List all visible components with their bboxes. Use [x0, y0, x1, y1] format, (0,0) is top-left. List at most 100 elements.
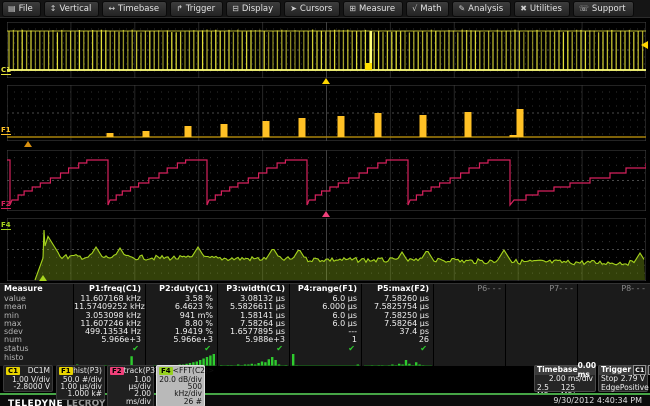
measure-value-p4: 6.0 µs: [290, 294, 361, 302]
histicon-svg-p3: [220, 353, 288, 366]
measure-row-labels: Measurevaluemeanminmaxsdevnumstatushisto: [0, 284, 73, 366]
histogram-origin-marker-f1[interactable]: [24, 141, 32, 147]
measure-value-p5: 7.58260 µs: [362, 294, 433, 302]
trigger-level-marker-c1[interactable]: [641, 41, 648, 49]
trace-label-f1: F1: [1, 127, 11, 135]
menu-cursors-button[interactable]: ➤Cursors: [284, 1, 340, 17]
menu-utilities-button[interactable]: ✖Utilities: [514, 1, 570, 17]
descriptor-f2[interactable]: F2track(P3)1.00 µs/div2.00 ms/div: [107, 365, 154, 406]
measure-sdev-p4: ---: [290, 327, 361, 335]
measure-num-p5: 26: [362, 335, 433, 343]
measure-status-p6: [434, 344, 505, 353]
channel-badge-f1: F1: [59, 367, 73, 375]
descriptor-f2-line1: 1.00 µs/div: [110, 376, 151, 390]
measure-status-p1: ✔: [74, 344, 145, 353]
measure-num-p3: 5.988e+3: [218, 335, 289, 343]
measure-header-p5[interactable]: P5:max(F2): [362, 284, 433, 294]
trace-label-c1: C1: [1, 67, 11, 75]
descriptor-f2-header: F2track(P3): [110, 367, 151, 375]
measure-min-p3: 1.58141 µs: [218, 311, 289, 319]
menu-trigger-label: Trigger: [186, 4, 215, 14]
measure-sdev-p2: 1.9419 %: [146, 327, 217, 335]
measure-status-p8: [578, 344, 649, 353]
waveform-area: C1F1F2F4: [0, 18, 650, 283]
menu-measure-label: Measure: [359, 4, 395, 14]
descriptor-f4[interactable]: F4<FFT(C2)>20.0 dB/div500 kHz/div26 #: [156, 365, 205, 406]
measure-header-p2[interactable]: P2:duty(C1): [146, 284, 217, 294]
measure-max-p8: [578, 319, 649, 327]
measure-sdev-p3: 1.6577895 µs: [218, 327, 289, 335]
menu-file-button[interactable]: ▤File: [2, 1, 41, 17]
measure-max-p5: 7.58264 µs: [362, 319, 433, 327]
measure-value-p1: 11.607168 kHz: [74, 294, 145, 302]
descriptor-c1-line2: -2.8000 V: [6, 383, 50, 390]
menu-display-button[interactable]: ⊟Display: [226, 1, 281, 17]
measure-max-p3: 7.58264 µs: [218, 319, 289, 327]
measure-column-p1[interactable]: P1:freq(C1)11.607168 kHz11.57409252 kHz3…: [73, 284, 145, 366]
measure-max-p6: [434, 319, 505, 327]
descriptor-c1[interactable]: C1DC1M1.00 V/div-2.8000 V: [3, 365, 53, 392]
f1-grid[interactable]: [7, 85, 646, 141]
trigger-icon: ↱: [176, 5, 183, 13]
measure-sdev-p6: [434, 327, 505, 335]
measure-status-p7: [506, 344, 577, 353]
measure-column-p4[interactable]: P4:range(F1)6.0 µs6.000 µs6.0 µs6.0 µs--…: [289, 284, 361, 366]
histicon-svg-p2: [148, 353, 216, 366]
descriptor-f4-header: F4<FFT(C2)>: [159, 367, 202, 375]
measure-status-p4: ✔: [290, 344, 361, 353]
measure-num-p4: 1: [290, 335, 361, 343]
frequency-marker-f4[interactable]: [39, 275, 47, 281]
trigger-position-marker-f2[interactable]: [322, 211, 330, 217]
menu-support-button[interactable]: ☏Support: [573, 1, 634, 17]
measure-mean-p6: [434, 302, 505, 310]
measure-mean-p2: 6.4623 %: [146, 302, 217, 310]
measure-header-p3[interactable]: P3:width(C1): [218, 284, 289, 294]
measure-num-p2: 5.966e+3: [146, 335, 217, 343]
measure-header-p4[interactable]: P4:range(F1): [290, 284, 361, 294]
measure-status-p5: ✔: [362, 344, 433, 353]
row-label-max: max: [0, 319, 73, 327]
menu-math-button[interactable]: √Math: [406, 1, 449, 17]
measure-num-p1: 5.966e+3: [74, 335, 145, 343]
measure-column-p3[interactable]: P3:width(C1)3.08132 µs5.5826611 µs1.5814…: [217, 284, 289, 366]
f2-grid[interactable]: [7, 150, 646, 211]
measure-num-p7: [506, 335, 577, 343]
trigger-type: Edge: [601, 384, 620, 393]
menu-timebase-label: Timebase: [118, 4, 159, 14]
menu-measure-button[interactable]: ⊞Measure: [343, 1, 403, 17]
measure-sdev-p8: [578, 327, 649, 335]
trigger-slope: Positive: [620, 384, 649, 393]
trigger-panel[interactable]: Trigger C1DC Stop 2.79 V Edge Positive: [598, 365, 648, 392]
timebase-icon: ↔: [108, 5, 115, 13]
row-label-sdev: sdev: [0, 327, 73, 335]
descriptor-c1-header: C1DC1M: [6, 367, 50, 375]
menu-bar: ▤File↕Vertical↔Timebase↱Trigger⊟Display➤…: [0, 0, 650, 18]
brand-lecroy: LECROY: [66, 399, 105, 406]
menu-analysis-button[interactable]: ✎Analysis: [452, 1, 511, 17]
c1-grid[interactable]: [7, 22, 646, 78]
trigger-position-marker-c1[interactable]: [322, 78, 330, 84]
measure-header-p7[interactable]: P7- - -: [506, 284, 577, 294]
math-icon: √: [412, 5, 417, 13]
menu-math-label: Math: [420, 4, 441, 14]
menu-trigger-button[interactable]: ↱Trigger: [170, 1, 223, 17]
f4-grid[interactable]: [7, 218, 646, 281]
descriptor-f2-line2: 2.00 ms/div: [110, 390, 151, 404]
row-label-status: status: [0, 344, 73, 353]
measure-column-p5[interactable]: P5:max(F2)7.58260 µs7.5825754 µs7.58250 …: [361, 284, 433, 366]
descriptor-f2-title: track(P3): [124, 367, 158, 374]
measure-min-p5: 7.58250 µs: [362, 311, 433, 319]
measure-header-p1[interactable]: P1:freq(C1): [74, 284, 145, 294]
menu-vertical-button[interactable]: ↕Vertical: [44, 1, 100, 17]
support-icon: ☏: [579, 5, 589, 13]
histicon-svg-p1: [76, 353, 144, 366]
timebase-panel[interactable]: Timebase 0.00 ms 2.00 ms/div 2.5 MS 125 …: [534, 365, 596, 392]
measure-column-p2[interactable]: P2:duty(C1)3.58 %6.4623 %941 m%8.80 %1.9…: [145, 284, 217, 366]
menu-timebase-button[interactable]: ↔Timebase: [102, 1, 167, 17]
measure-value-p8: [578, 294, 649, 302]
cursors-icon: ➤: [290, 5, 297, 13]
measure-header-p6[interactable]: P6- - -: [434, 284, 505, 294]
descriptor-f1[interactable]: F1hist(P3)50.0 #/div1.00 µs/div1.000 k#: [56, 365, 105, 400]
measure-num-p6: [434, 335, 505, 343]
measure-header-p8[interactable]: P8- - -: [578, 284, 649, 294]
